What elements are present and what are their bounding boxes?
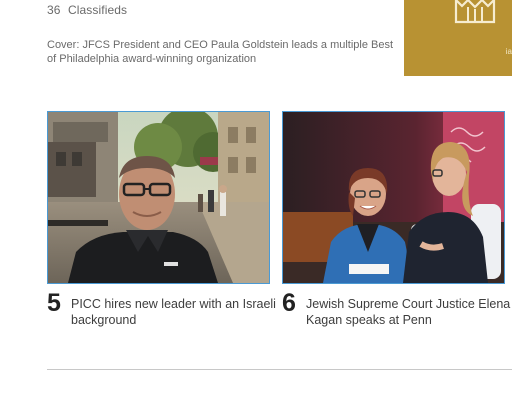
page-header: 36 Classifieds — [47, 3, 127, 17]
story-number: 5 — [47, 289, 61, 317]
cover-note: Cover: JFCS President and CEO Paula Gold… — [47, 39, 394, 65]
section-divider — [47, 369, 512, 370]
story-photo-6[interactable] — [282, 111, 505, 284]
story-headline[interactable]: PICC hires new leader with an Israeli ba… — [71, 296, 276, 328]
story-card-6[interactable]: 6 Jewish Supreme Court Justice Elena Kag… — [282, 111, 510, 328]
story-headline[interactable]: Jewish Supreme Court Justice Elena Kagan… — [306, 296, 511, 328]
story-number: 6 — [282, 289, 296, 317]
story-photo-5[interactable] — [47, 111, 270, 284]
cover-thumbnail[interactable]: ia — [404, 0, 512, 76]
stage-photo-image — [283, 112, 504, 283]
story-card-5[interactable]: 5 PICC hires new leader with an Israeli … — [47, 111, 276, 328]
street-photo-image — [48, 112, 269, 283]
story-caption-6[interactable]: 6 Jewish Supreme Court Justice Elena Kag… — [282, 288, 510, 328]
story-caption-5[interactable]: 5 PICC hires new leader with an Israeli … — [47, 288, 276, 328]
logo-emblem-icon — [454, 0, 496, 24]
section-title: Classifieds — [68, 3, 128, 17]
page-number: 36 — [47, 3, 61, 17]
cover-text-fragment: ia — [505, 47, 512, 56]
